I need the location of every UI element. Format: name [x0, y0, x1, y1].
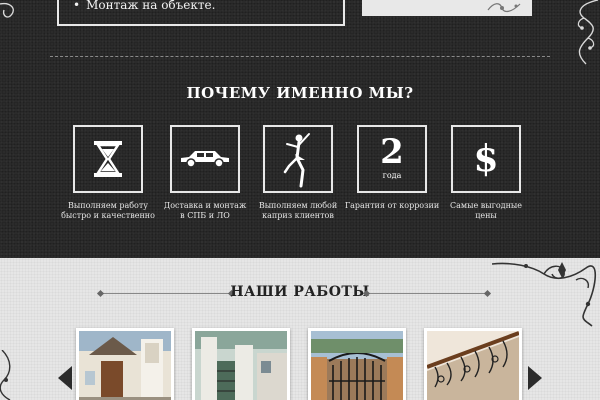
dollar-icon: $ — [473, 138, 499, 180]
warranty-unit: года — [382, 171, 402, 180]
work-thumbnail[interactable] — [308, 328, 406, 400]
caption-line: Самые выгодные — [450, 201, 522, 210]
caption-line: каприз клиентов — [262, 211, 334, 220]
hourglass-icon — [94, 141, 122, 177]
header-image-frame — [362, 0, 532, 16]
feature-caption: Доставка и монтаж в СПБ и ЛО — [155, 201, 255, 221]
wrought-gate-photo — [311, 331, 403, 400]
works-section: НАШИ РАБОТЫ — [0, 258, 600, 400]
right-ornament-icon — [577, 0, 599, 65]
works-title: НАШИ РАБОТЫ — [230, 284, 370, 300]
dancer-icon — [283, 133, 310, 188]
carousel-prev-button[interactable] — [58, 366, 72, 390]
feature-fast-quality: Выполняем работу быстро и качественно — [58, 125, 158, 221]
title-rule-right — [366, 293, 488, 294]
feature-icon-box — [170, 125, 240, 193]
caption-line: цены — [475, 211, 497, 220]
car-icon — [181, 151, 229, 168]
caption-line: Выполняем работу — [67, 201, 148, 210]
feature-delivery: Доставка и монтаж в СПБ и ЛО — [155, 125, 255, 221]
feature-icon-box — [263, 125, 333, 193]
why-us-title: ПОЧЕМУ ИМЕННО МЫ? — [186, 84, 414, 102]
warranty-icon: 2 года — [357, 125, 427, 193]
works-left-ornament-icon — [0, 350, 11, 400]
feature-caption: Выполняем работу быстро и качественно — [58, 201, 158, 221]
caption-line: Гарантия от коррозии — [344, 201, 440, 210]
feature-icon-box — [73, 125, 143, 193]
info-box: Монтаж на объекте. — [57, 0, 345, 26]
caption-line: в СПБ и ЛО — [180, 211, 230, 220]
info-list-item: Монтаж на объекте. — [73, 0, 215, 12]
feature-any-wish: Выполняем любой каприз клиентов — [248, 125, 348, 221]
house-columns-photo — [195, 331, 287, 400]
caption-line: быстро и качественно — [61, 211, 155, 220]
caption-line: Выполняем любой — [258, 201, 338, 210]
feature-caption: Выполняем любой каприз клиентов — [248, 201, 348, 221]
left-ornament-icon — [0, 2, 14, 18]
section-divider — [50, 56, 550, 57]
feature-caption: Самые выгодные цены — [436, 201, 536, 221]
work-thumbnail[interactable] — [424, 328, 522, 400]
swirl-ornament-icon — [487, 3, 521, 13]
feature-icon-box: $ — [451, 125, 521, 193]
feature-warranty: 2 года Гарантия от коррозии — [342, 125, 442, 211]
warranty-years: 2 — [380, 132, 404, 172]
carousel-next-button[interactable] — [528, 366, 542, 390]
feature-best-prices: $ Самые выгодные цены — [436, 125, 536, 221]
feature-caption: Гарантия от коррозии — [342, 201, 442, 211]
caption-line: Доставка и монтаж — [163, 201, 247, 210]
work-thumbnail[interactable] — [76, 328, 174, 400]
why-us-section: Монтаж на объекте. ПОЧЕМУ ИМЕННО МЫ? — [0, 0, 600, 258]
stair-railing-photo — [427, 331, 519, 400]
work-thumbnail[interactable] — [192, 328, 290, 400]
house-porch-photo — [79, 331, 171, 400]
